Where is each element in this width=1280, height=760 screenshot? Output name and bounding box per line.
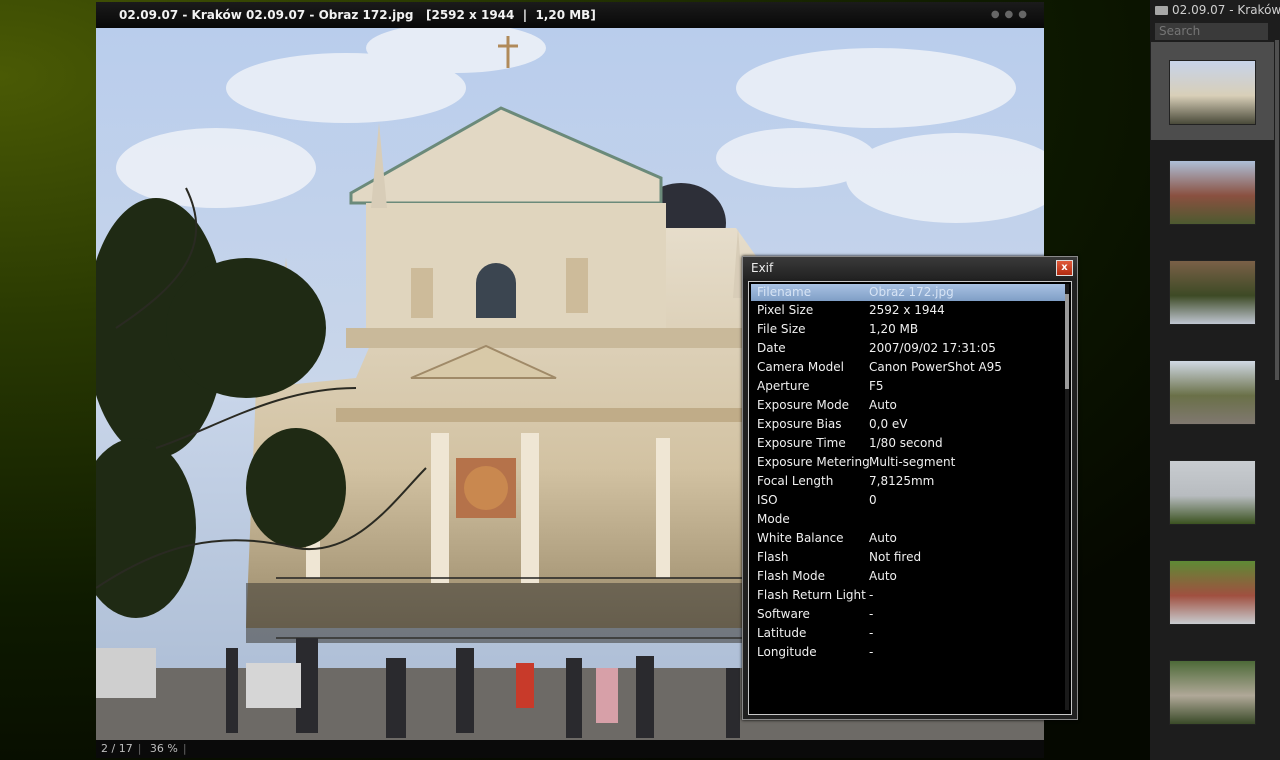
thumbnail-church-facade[interactable]	[1151, 42, 1274, 140]
thumbnail-scrollbar[interactable]	[1275, 40, 1279, 380]
exif-row[interactable]: Date 2007/09/02 17:31:05	[749, 339, 1071, 358]
exif-key: File Size	[757, 322, 806, 336]
exif-title-bar[interactable]: Exif	[743, 257, 1077, 279]
thumbnail-panel: 02.09.07 - Kraków 02.09.07	[1150, 0, 1280, 760]
exif-value: Not fired	[869, 550, 922, 564]
exif-row[interactable]: Software -	[749, 605, 1071, 624]
exif-value: 0,0 eV	[869, 417, 908, 431]
thumbnail-image	[1169, 260, 1256, 325]
thumbnail-image	[1169, 460, 1256, 525]
exif-value: 2007/09/02 17:31:05	[869, 341, 996, 355]
zoom-level[interactable]: 36 %	[145, 740, 183, 758]
exif-row[interactable]: Exposure Time 1/80 second	[749, 434, 1071, 453]
exif-row[interactable]: Mode	[749, 510, 1071, 529]
exif-row[interactable]: Exposure Bias 0,0 eV	[749, 415, 1071, 434]
exif-value: -	[869, 645, 874, 659]
exif-key: Aperture	[757, 379, 810, 393]
exif-row[interactable]: Exposure Metering Multi-segment	[749, 453, 1071, 472]
thumbnail-garden-path[interactable]	[1151, 642, 1274, 740]
thumbnail-tower-grass[interactable]	[1151, 542, 1274, 640]
exif-value: Canon PowerShot A95	[869, 360, 1002, 374]
viewer-title: 02.09.07 - Kraków 02.09.07 - Obraz 172.j…	[119, 8, 596, 22]
exif-row[interactable]: Flash Return Light -	[749, 586, 1071, 605]
exif-value: 7,8125mm	[869, 474, 935, 488]
exif-row[interactable]: Flash Mode Auto	[749, 567, 1071, 586]
thumbnail-square-carriage[interactable]	[1151, 342, 1274, 440]
status-bar: 2 / 17 | 36 % |	[96, 740, 1044, 758]
exif-row[interactable]: Pixel Size 2592 x 1944	[749, 301, 1071, 320]
exif-key: Exposure Mode	[757, 398, 850, 412]
exif-row[interactable]: Latitude -	[749, 624, 1071, 643]
thumbnail-image	[1169, 60, 1256, 125]
exif-key: Flash Mode	[757, 569, 825, 583]
exif-key: Date	[757, 341, 786, 355]
exif-row[interactable]: Aperture F5	[749, 377, 1071, 396]
thumbnail-image	[1169, 560, 1256, 625]
image-position: 2 / 17	[101, 742, 133, 755]
folder-icon	[1155, 6, 1168, 15]
exif-key: Exposure Time	[757, 436, 846, 450]
exif-value: Obraz 172.jpg	[869, 285, 954, 299]
exif-value: 1,20 MB	[869, 322, 919, 336]
exif-key: Exposure Metering	[757, 455, 870, 469]
thumbnail-image	[1169, 160, 1256, 225]
exif-row[interactable]: Exposure Mode Auto	[749, 396, 1071, 415]
exif-key: Focal Length	[757, 474, 834, 488]
exif-value: Auto	[869, 398, 897, 412]
exif-value: Auto	[869, 569, 897, 583]
search-input[interactable]	[1155, 23, 1268, 40]
folder-name: 02.09.07 - Kraków 02.09.07	[1172, 3, 1280, 17]
exif-row[interactable]: Camera Model Canon PowerShot A95	[749, 358, 1071, 377]
exif-key: Mode	[757, 512, 790, 526]
exif-value: F5	[869, 379, 884, 393]
viewer-title-bar[interactable]: 02.09.07 - Kraków 02.09.07 - Obraz 172.j…	[96, 2, 1044, 28]
folder-label[interactable]: 02.09.07 - Kraków 02.09.07	[1150, 0, 1280, 20]
exif-list[interactable]: Filename Obraz 172.jpg Pixel Size 2592 x 19…	[748, 281, 1072, 715]
exif-row[interactable]: File Size 1,20 MB	[749, 320, 1071, 339]
thumbnail-castle-wall[interactable]	[1151, 142, 1274, 240]
exif-value: -	[869, 607, 874, 621]
exif-title: Exif	[751, 261, 774, 275]
exif-key: Exposure Bias	[757, 417, 842, 431]
exif-row[interactable]: Flash Not fired	[749, 548, 1071, 567]
thumbnail-river-view[interactable]	[1151, 442, 1274, 540]
exif-value: 1/80 second	[869, 436, 943, 450]
exif-key: Software	[757, 607, 810, 621]
exif-scrollbar[interactable]	[1065, 284, 1069, 710]
exif-value: 0	[869, 493, 877, 507]
exif-row[interactable]: Focal Length 7,8125mm	[749, 472, 1071, 491]
thumbnail-trees-building[interactable]	[1151, 242, 1274, 340]
exif-key: Camera Model	[757, 360, 844, 374]
exif-key: White Balance	[757, 531, 844, 545]
exif-key: Flash	[757, 550, 789, 564]
status-separator: |	[137, 742, 142, 755]
exif-key: ISO	[757, 493, 778, 507]
window-controls-icon[interactable]: ●●●	[991, 2, 1032, 28]
exif-key: Flash Return Light	[757, 588, 866, 602]
exif-key: Latitude	[757, 626, 807, 640]
thumbnail-image	[1169, 360, 1256, 425]
exif-row[interactable]: ISO 0	[749, 491, 1071, 510]
exif-value: Multi-segment	[869, 455, 956, 469]
exif-value: -	[869, 588, 874, 602]
exif-key: Filename	[757, 285, 812, 299]
exif-key: Pixel Size	[757, 303, 814, 317]
close-icon[interactable]: x	[1056, 260, 1073, 276]
status-separator: |	[182, 742, 187, 755]
thumbnail-image	[1169, 660, 1256, 725]
exif-value: -	[869, 626, 874, 640]
exif-row[interactable]: Longitude -	[749, 643, 1071, 662]
exif-key: Longitude	[757, 645, 817, 659]
exif-value: Auto	[869, 531, 897, 545]
exif-window: Exif x Filename Obraz 172.jpg Pixel Size 25…	[742, 256, 1078, 720]
scrollbar-thumb[interactable]	[1065, 294, 1069, 389]
exif-value: 2592 x 1944	[869, 303, 945, 317]
exif-row[interactable]: White Balance Auto	[749, 529, 1071, 548]
exif-row[interactable]: Filename Obraz 172.jpg	[751, 284, 1069, 301]
